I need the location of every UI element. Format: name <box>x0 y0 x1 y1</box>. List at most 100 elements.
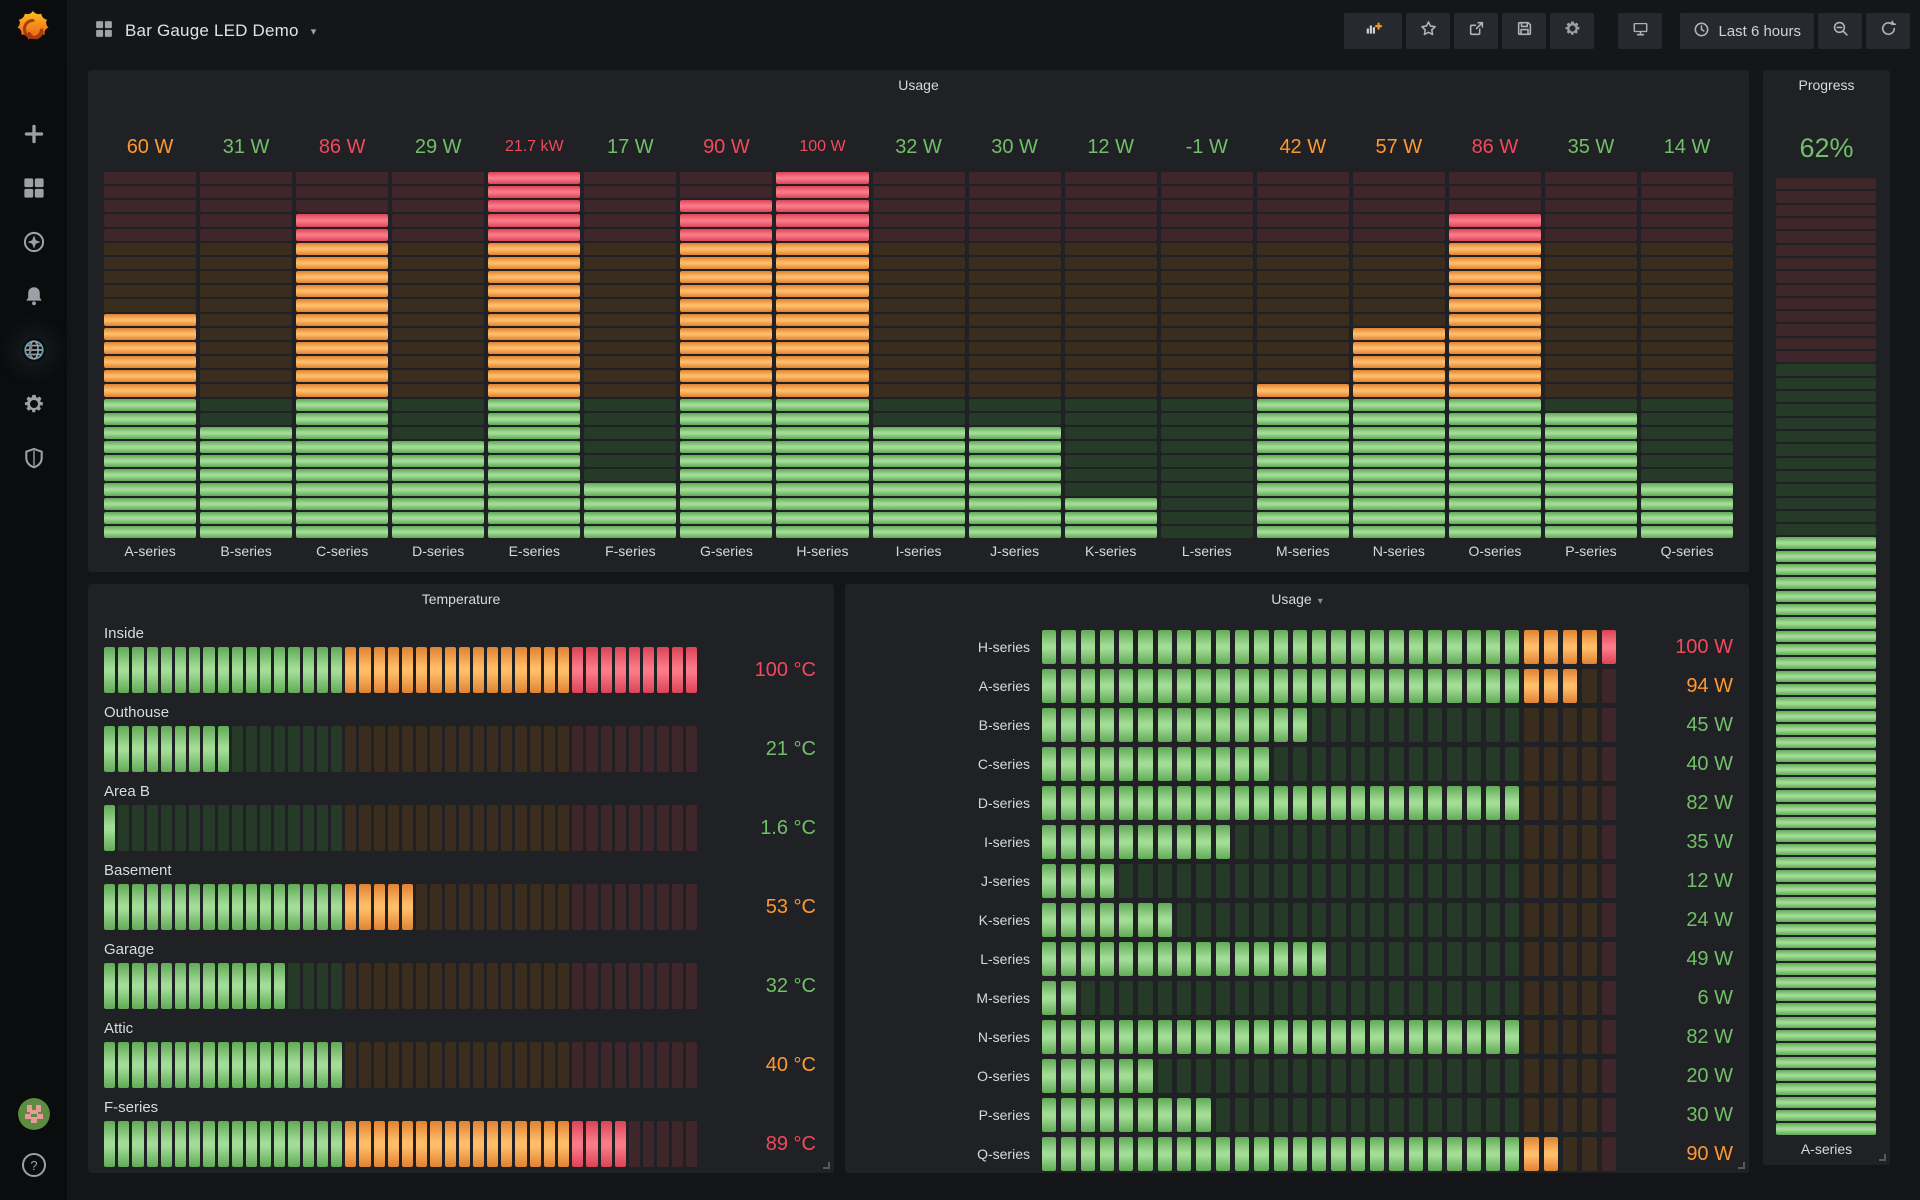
gauge-column-M-series: 42 WM-series <box>1257 122 1349 564</box>
gauge-value: 82 W <box>1616 1026 1733 1049</box>
chevron-down-icon[interactable]: ▾ <box>311 25 317 38</box>
led-cell <box>680 526 772 538</box>
gauge-value: 100 W <box>1616 636 1733 659</box>
time-picker-button[interactable]: Last 6 hours <box>1680 13 1814 49</box>
led-cell <box>776 342 868 354</box>
help-icon[interactable]: ? <box>21 1152 47 1178</box>
led-cell <box>147 1042 158 1088</box>
led-cell <box>359 1042 370 1088</box>
led-cell <box>1216 630 1230 664</box>
share-button[interactable] <box>1454 13 1498 49</box>
led-cell <box>392 243 484 255</box>
panel-title[interactable]: Progress <box>1763 77 1890 93</box>
led-cell <box>1641 328 1733 340</box>
led-cell <box>1161 384 1253 396</box>
panel-resize-handle[interactable] <box>1738 1162 1745 1169</box>
led-cell <box>1216 825 1230 859</box>
led-cell <box>1563 747 1577 781</box>
led-cell <box>459 884 470 930</box>
led-gauge <box>1042 747 1616 781</box>
dashboard-settings-button[interactable] <box>1550 13 1594 49</box>
led-gauge <box>1042 903 1616 937</box>
star-button[interactable] <box>1406 13 1450 49</box>
led-cell <box>1524 786 1538 820</box>
led-cell <box>1409 747 1423 781</box>
shield-icon[interactable] <box>22 446 46 470</box>
grafana-logo[interactable] <box>13 9 53 49</box>
led-cell <box>1274 630 1288 664</box>
compass-icon[interactable] <box>22 230 46 254</box>
led-cell <box>218 647 229 693</box>
dashboard-title[interactable]: Bar Gauge LED Demo <box>125 21 299 41</box>
led-cell <box>1065 455 1157 467</box>
led-cell <box>680 285 772 297</box>
led-cell <box>1177 747 1191 781</box>
gauge-row-I-series: I-series35 W <box>861 825 1733 859</box>
navbar: Bar Gauge LED Demo ▾ Last 6 hours <box>67 0 1920 62</box>
avatar[interactable] <box>18 1098 50 1130</box>
gear-icon[interactable] <box>22 392 46 416</box>
add-panel-button[interactable] <box>1344 13 1402 49</box>
led-cell <box>1177 825 1191 859</box>
led-cell <box>1331 630 1345 664</box>
led-cell <box>1544 669 1558 703</box>
led-cell <box>1257 243 1349 255</box>
led-cell <box>1257 498 1349 510</box>
led-cell <box>473 805 484 851</box>
led-cell <box>1582 630 1596 664</box>
gauge-label: D-series <box>392 538 484 564</box>
led-cell <box>1274 1098 1288 1132</box>
led-cell <box>1353 342 1445 354</box>
refresh-button[interactable] <box>1866 13 1910 49</box>
led-cell <box>1274 786 1288 820</box>
led-cell <box>1257 356 1349 368</box>
led-cell <box>488 342 580 354</box>
led-cell <box>1081 1098 1095 1132</box>
led-cell <box>680 328 772 340</box>
led-cell <box>1312 981 1326 1015</box>
led-cell <box>416 963 427 1009</box>
led-cell <box>1158 786 1172 820</box>
led-cell <box>601 1042 612 1088</box>
bell-icon[interactable] <box>22 284 46 308</box>
led-gauge <box>1042 942 1616 976</box>
led-cell <box>1467 1059 1481 1093</box>
cycle-view-button[interactable] <box>1618 13 1662 49</box>
led-cell <box>1776 231 1876 242</box>
globe-icon[interactable] <box>22 338 46 362</box>
led-cell <box>1065 186 1157 198</box>
led-cell <box>686 726 697 772</box>
panel-title[interactable]: Temperature <box>88 591 834 607</box>
led-cell <box>1351 786 1365 820</box>
led-cell <box>776 285 868 297</box>
led-cell <box>104 1042 115 1088</box>
panel-resize-handle[interactable] <box>823 1162 830 1169</box>
led-cell <box>189 884 200 930</box>
panel-menu-caret[interactable]: ▾ <box>1318 596 1323 607</box>
led-cell <box>203 647 214 693</box>
panel-resize-handle[interactable] <box>1879 1154 1886 1161</box>
led-cell <box>873 271 965 283</box>
zoom-out-button[interactable] <box>1818 13 1862 49</box>
led-cell <box>1351 1137 1365 1171</box>
plus-icon[interactable] <box>22 122 46 146</box>
led-cell <box>969 285 1061 297</box>
led-cell <box>1351 708 1365 742</box>
led-cell <box>1351 630 1365 664</box>
led-cell <box>1776 750 1876 761</box>
gauge-row-B-series: B-series45 W <box>861 708 1733 742</box>
led-cell <box>1563 1059 1577 1093</box>
dashboards-icon[interactable] <box>95 20 113 43</box>
panel-title[interactable]: Usage <box>88 77 1749 93</box>
led-cell <box>776 399 868 411</box>
dashboards-icon[interactable] <box>22 176 46 200</box>
led-cell <box>1216 708 1230 742</box>
led-cell <box>1776 431 1876 442</box>
save-button[interactable] <box>1502 13 1546 49</box>
led-cell <box>388 1121 399 1167</box>
panel-title[interactable]: Usage▾ <box>845 591 1749 607</box>
led-cell <box>1216 864 1230 898</box>
led-cell <box>1065 214 1157 226</box>
led-cell <box>459 1121 470 1167</box>
led-cell <box>147 884 158 930</box>
